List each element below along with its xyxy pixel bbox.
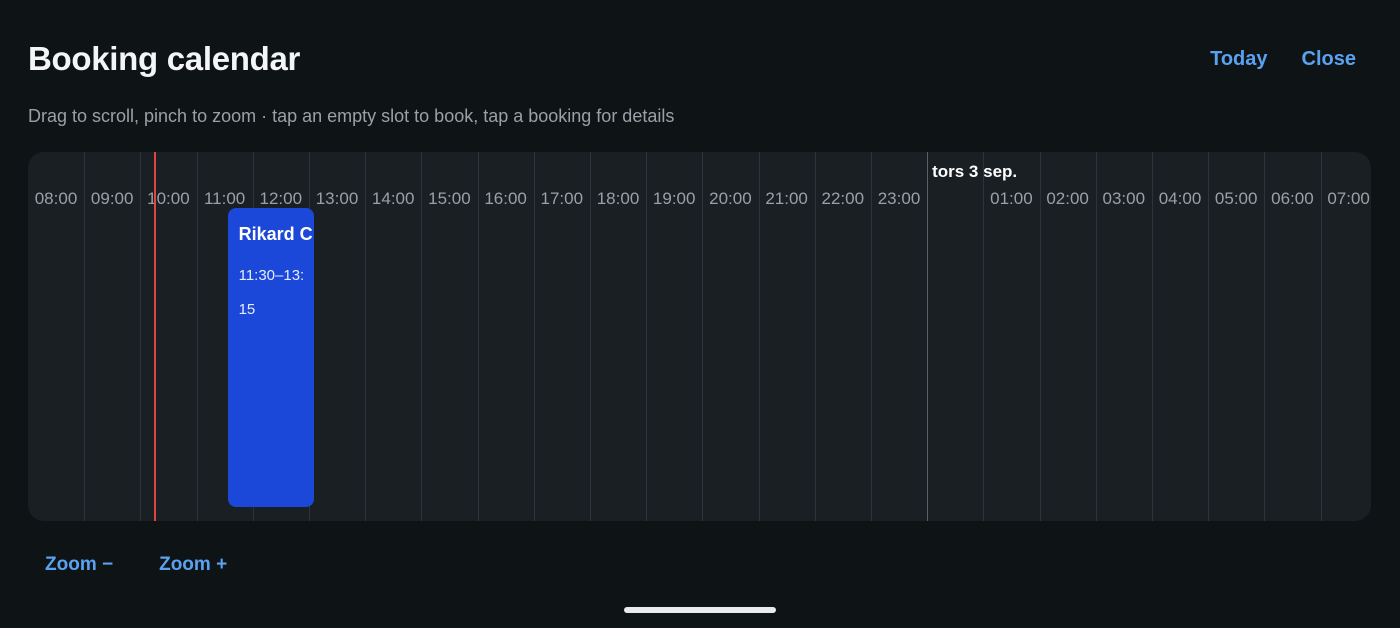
- zoom-controls: Zoom − Zoom +: [45, 554, 227, 576]
- hour-gridline: [702, 152, 704, 521]
- hour-label: 09:00: [90, 189, 134, 208]
- hour-label: 19:00: [652, 189, 696, 208]
- hour-gridline: [758, 152, 760, 521]
- hour-label: 23:00: [877, 189, 921, 208]
- hour-label: 14:00: [371, 189, 415, 208]
- hour-gridline: [1039, 152, 1041, 521]
- hour-label: 16:00: [484, 189, 527, 208]
- booking-time: 11:30–13:15: [238, 267, 305, 318]
- hour-gridline: [477, 152, 479, 521]
- hour-gridline: [983, 152, 985, 521]
- hour-label: 02:00: [1046, 189, 1089, 208]
- home-indicator[interactable]: [624, 607, 776, 613]
- hour-gridline: [814, 152, 816, 521]
- current-time-line: [154, 152, 157, 521]
- zoom-in-button[interactable]: Zoom +: [159, 554, 227, 576]
- hour-label: 22:00: [821, 189, 865, 208]
- hour-label: 03:00: [1102, 189, 1146, 208]
- hour-gridline: [84, 152, 86, 521]
- hour-label: 04:00: [1158, 189, 1202, 208]
- hour-gridline: [646, 152, 648, 521]
- hour-gridline: [421, 152, 423, 521]
- hour-gridline: [196, 152, 198, 521]
- day-boundary-line: [927, 152, 929, 521]
- booking-timeline[interactable]: tors 3 sep. 08:00 09:00 10:00 11:00 12:00 13:…: [28, 152, 1371, 521]
- hour-gridline: [365, 152, 367, 521]
- hour-label: 18:00: [596, 189, 640, 208]
- hour-label: 11:00: [203, 189, 246, 208]
- hour-label: 17:00: [540, 189, 584, 208]
- hour-gridline: [589, 152, 591, 521]
- hour-label: 21:00: [765, 189, 808, 208]
- hour-label: 12:00: [259, 189, 303, 208]
- hour-label: 15:00: [428, 189, 471, 208]
- today-button[interactable]: Today: [1210, 48, 1267, 71]
- zoom-out-button[interactable]: Zoom −: [45, 554, 113, 576]
- booking-name: Rikard C: [238, 224, 313, 244]
- hour-gridline: [1208, 152, 1210, 521]
- hour-gridline: [533, 152, 535, 521]
- hour-label: 05:00: [1214, 189, 1258, 208]
- hour-label: 01:00: [990, 189, 1033, 208]
- hour-label: 08:00: [34, 189, 78, 208]
- hour-label: 20:00: [709, 189, 752, 208]
- instructions-text: Drag to scroll, pinch to zoom · tap an e…: [28, 106, 675, 126]
- hour-label: 07:00: [1327, 189, 1370, 208]
- page-title: Booking calendar: [28, 40, 301, 77]
- booking-block[interactable]: Rikard C 11:30–13:15: [227, 208, 314, 507]
- hour-label: 13:00: [315, 189, 359, 208]
- hour-gridline: [1320, 152, 1322, 521]
- close-button[interactable]: Close: [1302, 48, 1356, 71]
- day-label: tors 3 sep.: [932, 162, 1018, 181]
- hour-gridline: [1264, 152, 1266, 521]
- hour-gridline: [870, 152, 872, 521]
- hour-gridline: [1151, 152, 1153, 521]
- hour-gridline: [1095, 152, 1097, 521]
- header-actions: Today Close: [1210, 48, 1356, 71]
- hour-gridline: [140, 152, 142, 521]
- hour-label: 06:00: [1271, 189, 1314, 208]
